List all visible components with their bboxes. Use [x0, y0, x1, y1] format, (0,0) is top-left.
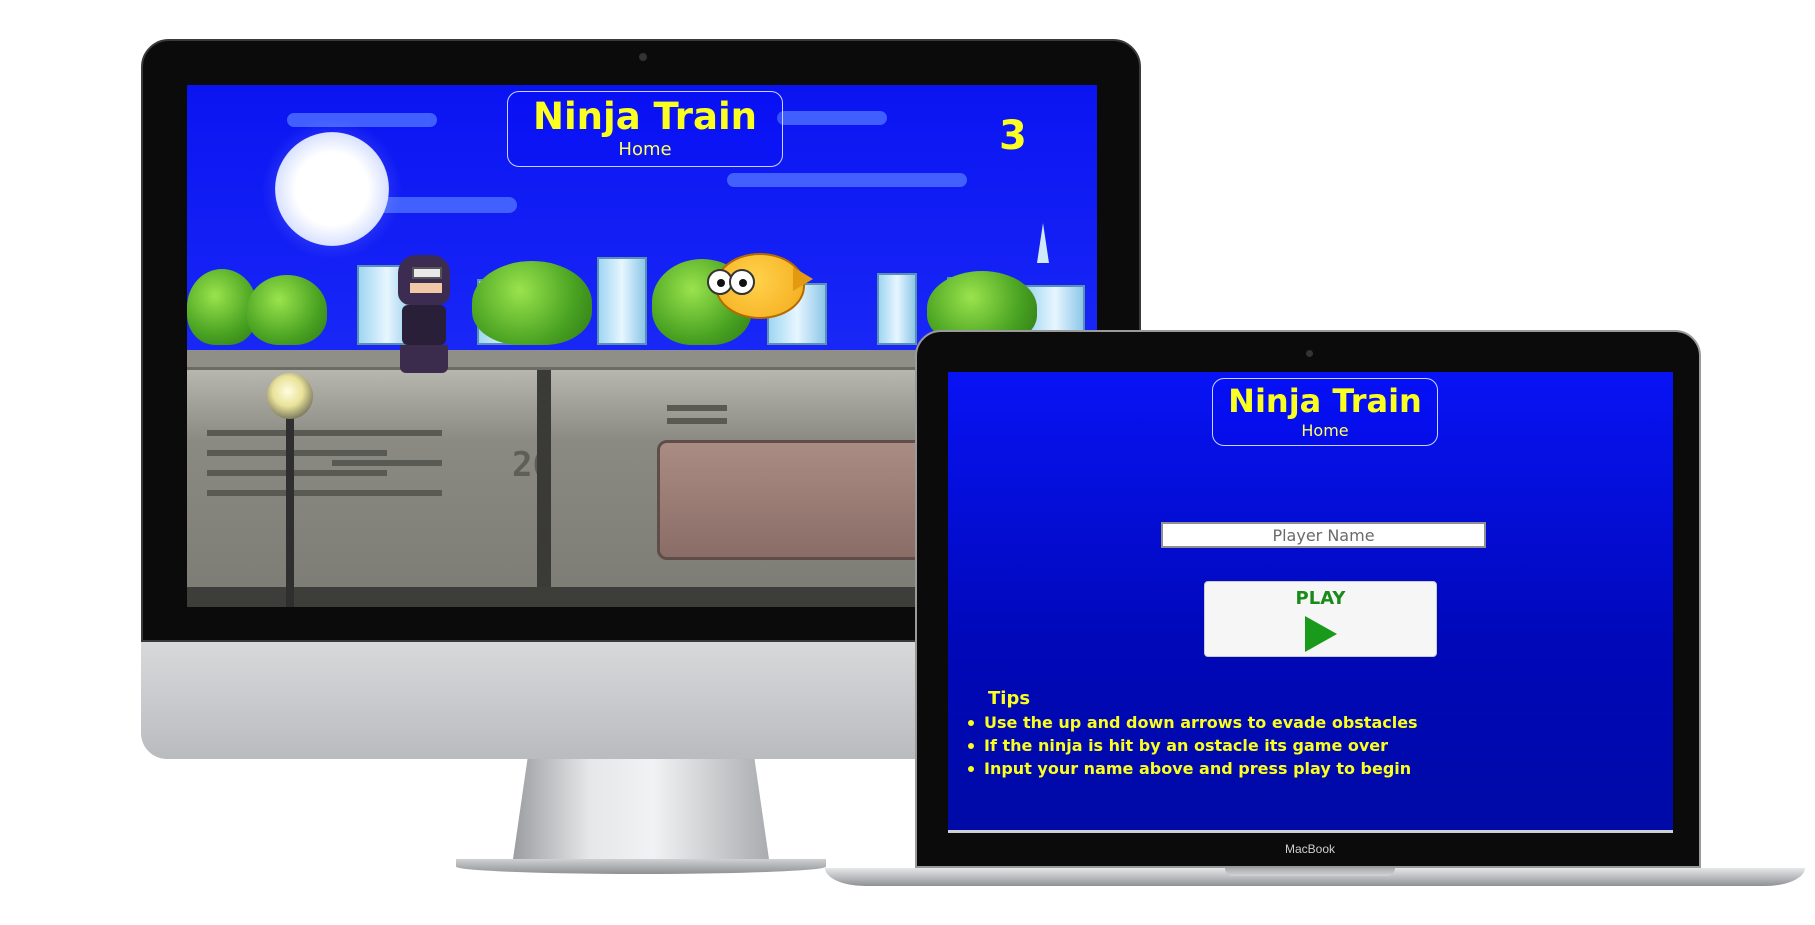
bird-eye [729, 269, 755, 295]
city-skyline [187, 223, 1097, 345]
player-name-input[interactable] [1161, 522, 1486, 548]
train-vent [332, 460, 442, 466]
macbook-device: Ninja Train Home PLAY Tips Use the up an… [825, 330, 1813, 890]
home-link[interactable]: Home [1213, 421, 1437, 441]
macbook-notch [1225, 868, 1395, 876]
score-counter: 3 [999, 113, 1027, 159]
tip-item: Input your name above and press play to … [966, 757, 1656, 780]
tips-title: Tips [988, 688, 1031, 709]
macbook-lid: Ninja Train Home PLAY Tips Use the up an… [915, 330, 1701, 868]
tower-spire [1037, 223, 1049, 263]
street-lamp-pole [286, 415, 294, 607]
game-header: Ninja Train Home [1212, 378, 1438, 446]
tree [472, 261, 592, 345]
play-triangle-icon [1305, 616, 1337, 652]
bird-pupil [739, 279, 747, 287]
train-vent [207, 470, 387, 476]
device-mockup-stage: 26 Ninja Train Home 3 Ninja Train Home P… [0, 0, 1815, 925]
tip-item: Use the up and down arrows to evade obst… [966, 711, 1656, 734]
macbook-label: MacBook [1284, 842, 1336, 856]
play-button-label: PLAY [1295, 588, 1346, 609]
bird-obstacle-icon [707, 243, 813, 323]
camera-icon [1306, 350, 1313, 357]
ninja-body [402, 305, 446, 345]
game-title: Ninja Train [1228, 382, 1422, 420]
ninja-headband [412, 267, 442, 279]
ninja-character-icon [392, 255, 456, 373]
ninja-face [410, 283, 442, 293]
cloud [777, 111, 887, 125]
play-button[interactable]: PLAY [1204, 581, 1437, 657]
cloud [727, 173, 967, 187]
train-vent [332, 430, 442, 436]
moon-icon [275, 132, 389, 246]
train-vent [667, 405, 727, 411]
street-lamp-icon [267, 373, 313, 419]
camera-icon [639, 53, 647, 61]
imac-stand [512, 759, 770, 866]
bird-tail [793, 267, 813, 291]
tip-item: If the ninja is hit by an ostacle its ga… [966, 734, 1656, 757]
train-vent [667, 418, 727, 424]
building [877, 273, 917, 345]
tips-list: Use the up and down arrows to evade obst… [966, 711, 1656, 780]
train-vent [207, 450, 387, 456]
ninja-legs [400, 345, 448, 373]
bird-pupil [717, 279, 725, 287]
building [597, 257, 647, 345]
train-car-gap [537, 370, 551, 607]
tips-section: Tips Use the up and down arrows to evade… [966, 687, 1656, 780]
home-link[interactable]: Home [508, 139, 782, 161]
screen-bottom-line [948, 830, 1673, 833]
game-title: Ninja Train [533, 95, 757, 138]
ninja-head [398, 255, 450, 305]
train-vent [332, 490, 442, 496]
home-screen: Ninja Train Home PLAY Tips Use the up an… [948, 372, 1673, 830]
apple-logo-icon [611, 662, 663, 722]
imac-stand-foot [456, 859, 826, 874]
game-header: Ninja Train Home [507, 91, 783, 167]
tree [247, 275, 327, 345]
